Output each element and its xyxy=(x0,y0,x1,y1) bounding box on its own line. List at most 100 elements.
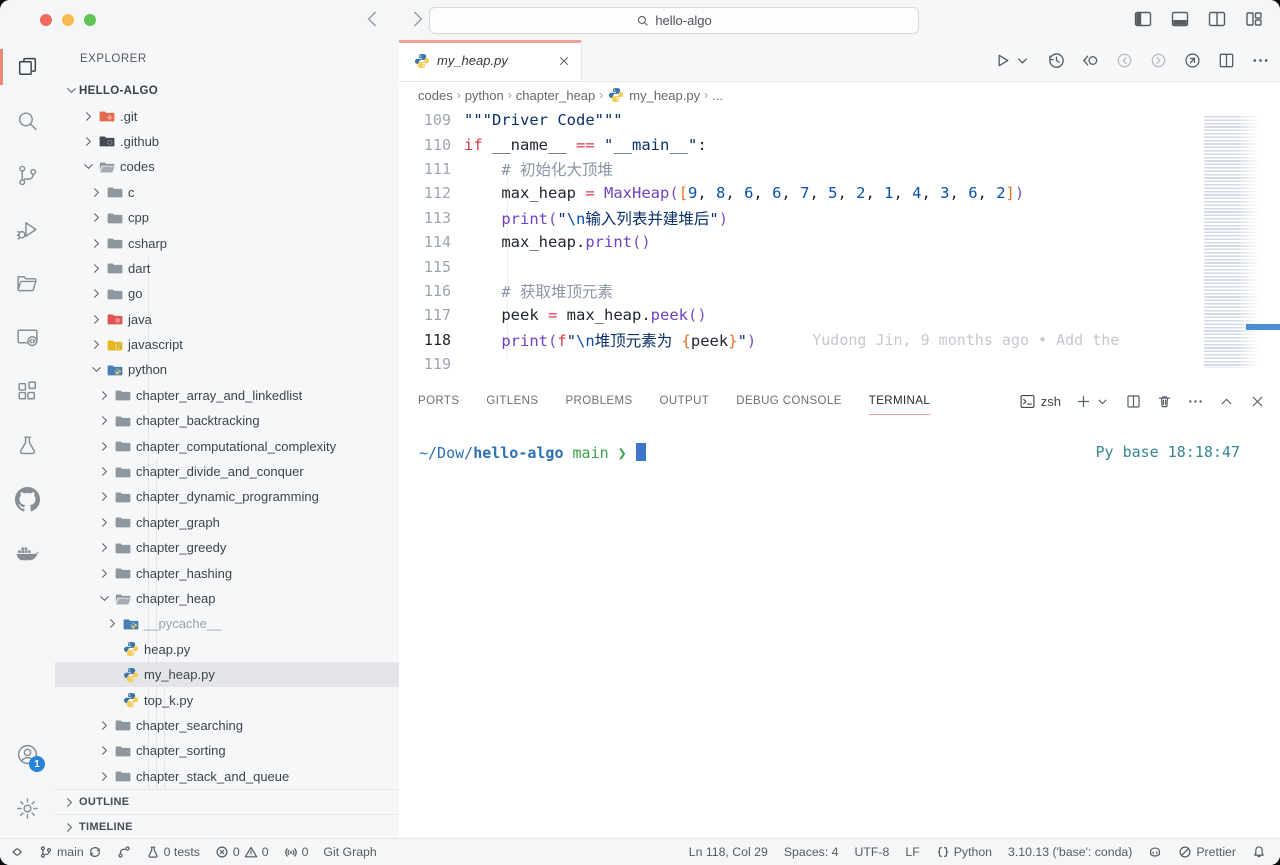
tree-item-chapter-heap[interactable]: chapter_heap xyxy=(55,586,399,611)
statusbar-notifications[interactable] xyxy=(1252,845,1266,859)
activity-extensions[interactable] xyxy=(0,364,55,418)
tree-item-chapter-array-and-linkedlist[interactable]: chapter_array_and_linkedlist xyxy=(55,383,399,408)
breadcrumb-item[interactable]: python xyxy=(465,88,504,103)
tree-item-chapter-sorting[interactable]: chapter_sorting xyxy=(55,738,399,763)
toggle-sidebar-icon[interactable] xyxy=(1133,9,1153,29)
terminal[interactable]: ~/Dow/hello-algo main ❯ Py base 18:18:47 xyxy=(399,421,1280,462)
tree-item-java[interactable]: java xyxy=(55,307,399,332)
tree-item-python[interactable]: python xyxy=(55,357,399,382)
activity-search[interactable] xyxy=(0,94,55,148)
tree-item--github[interactable]: .github xyxy=(55,129,399,154)
navigate-back-icon[interactable] xyxy=(362,8,384,30)
breadcrumb-item[interactable]: chapter_heap xyxy=(516,88,596,103)
tree-item-go[interactable]: go xyxy=(55,281,399,306)
tree-item-chapter-computational-complexity[interactable]: chapter_computational_complexity xyxy=(55,433,399,458)
panel-tab-gitlens[interactable]: GITLENS xyxy=(486,381,538,421)
activity-docker[interactable] xyxy=(0,526,55,580)
split-terminal-button[interactable] xyxy=(1125,393,1142,410)
command-center-search[interactable]: hello-algo xyxy=(429,7,919,34)
tree-item-chapter-backtracking[interactable]: chapter_backtracking xyxy=(55,408,399,433)
open-revision-button[interactable] xyxy=(1183,51,1202,70)
split-editor-icon[interactable] xyxy=(1207,9,1227,29)
statusbar-python-interpreter[interactable]: 3.10.13 ('base': conda) xyxy=(1008,845,1132,859)
tree-item-chapter-divide-and-conquer[interactable]: chapter_divide_and_conquer xyxy=(55,459,399,484)
launch-profile-zsh[interactable]: zsh xyxy=(1019,393,1061,410)
tree-item-hello-algo[interactable]: HELLO-ALGO xyxy=(55,78,399,103)
activity-settings[interactable] xyxy=(0,781,55,835)
maximize-panel-button[interactable] xyxy=(1218,393,1235,410)
file-history-button[interactable] xyxy=(1047,51,1066,70)
activity-testing[interactable] xyxy=(0,418,55,472)
navigate-forward-icon[interactable] xyxy=(406,8,428,30)
close-window-button[interactable] xyxy=(40,14,52,26)
activity-explorer[interactable] xyxy=(0,40,55,94)
timeline-section[interactable]: TIMELINE xyxy=(55,814,399,839)
statusbar-copilot[interactable] xyxy=(1148,845,1162,859)
tab-my-heap[interactable]: my_heap.py xyxy=(399,40,582,81)
statusbar-branch[interactable]: main xyxy=(39,845,102,859)
minimize-window-button[interactable] xyxy=(62,14,74,26)
close-panel-button[interactable] xyxy=(1249,393,1266,410)
code-editor[interactable]: 109"""Driver Code"""110if __name__ == "_… xyxy=(399,108,1280,381)
minimap[interactable] xyxy=(1196,112,1280,377)
statusbar-gitlens[interactable] xyxy=(117,845,131,859)
customize-layout-icon[interactable] xyxy=(1244,9,1264,29)
zoom-window-button[interactable] xyxy=(84,14,96,26)
statusbar-git-graph[interactable]: Git Graph xyxy=(323,845,376,859)
statusbar-encoding[interactable]: UTF-8 xyxy=(855,845,890,859)
tree-item--git[interactable]: .git xyxy=(55,103,399,128)
tree-item-chapter-hashing[interactable]: chapter_hashing xyxy=(55,560,399,585)
statusbar-problems[interactable]: 00 xyxy=(215,845,269,859)
previous-change-button[interactable] xyxy=(1115,51,1134,70)
panel-tab-terminal[interactable]: TERMINAL xyxy=(869,381,930,421)
panel-tab-output[interactable]: OUTPUT xyxy=(660,381,710,421)
open-changes-button[interactable] xyxy=(1081,51,1100,70)
breadcrumb-item[interactable]: codes xyxy=(418,88,453,103)
tree-item-chapter-searching[interactable]: chapter_searching xyxy=(55,713,399,738)
next-change-button[interactable] xyxy=(1149,51,1168,70)
activity-github[interactable] xyxy=(0,472,55,526)
new-terminal-button[interactable] xyxy=(1075,393,1111,410)
kill-terminal-button[interactable] xyxy=(1156,393,1173,410)
statusbar-eol[interactable]: LF xyxy=(905,845,919,859)
breadcrumb-item[interactable]: my_heap.py xyxy=(607,87,700,104)
panel-tab-debug-console[interactable]: DEBUG CONSOLE xyxy=(736,381,842,421)
tree-item-c[interactable]: c xyxy=(55,180,399,205)
statusbar-prettier[interactable]: Prettier xyxy=(1178,845,1236,859)
panel-tab-ports[interactable]: PORTS xyxy=(418,381,459,421)
tree-item-chapter-dynamic-programming[interactable]: chapter_dynamic_programming xyxy=(55,484,399,509)
split-editor-button[interactable] xyxy=(1217,51,1236,70)
statusbar-language-mode[interactable]: Python xyxy=(936,845,992,859)
statusbar-cursor-position[interactable]: Ln 118, Col 29 xyxy=(689,845,768,859)
panel-tab-problems[interactable]: PROBLEMS xyxy=(565,381,632,421)
tree-item--pycache-[interactable]: __pycache__ xyxy=(55,611,399,636)
activity-folder[interactable] xyxy=(0,256,55,310)
svg-text:JS: JS xyxy=(116,344,121,349)
terminal-more-actions-button[interactable] xyxy=(1187,393,1204,410)
tree-item-heap-py[interactable]: heap.py xyxy=(55,637,399,662)
tree-item-csharp[interactable]: csharp xyxy=(55,230,399,255)
close-tab-icon[interactable] xyxy=(557,54,571,68)
activity-accounts[interactable]: 1 xyxy=(0,727,55,781)
tree-item-javascript[interactable]: JSjavascript xyxy=(55,332,399,357)
tree-item-top-k-py[interactable]: top_k.py xyxy=(55,687,399,712)
tree-item-my-heap-py[interactable]: my_heap.py xyxy=(55,662,399,687)
tree-item-chapter-greedy[interactable]: chapter_greedy xyxy=(55,535,399,560)
tree-item-dart[interactable]: dart xyxy=(55,256,399,281)
statusbar-indentation[interactable]: Spaces: 4 xyxy=(784,845,839,859)
outline-section[interactable]: OUTLINE xyxy=(55,789,399,814)
breadcrumb-item[interactable]: ... xyxy=(712,88,723,103)
toggle-panel-icon[interactable] xyxy=(1170,9,1190,29)
statusbar-tests[interactable]: 0 tests xyxy=(146,845,200,859)
tree-item-chapter-graph[interactable]: chapter_graph xyxy=(55,510,399,535)
tree-item-cpp[interactable]: cpp xyxy=(55,205,399,230)
statusbar-remote[interactable] xyxy=(10,845,24,859)
more-actions-button[interactable] xyxy=(1251,51,1270,70)
activity-source-control[interactable] xyxy=(0,148,55,202)
run-python-file-button[interactable] xyxy=(993,51,1032,70)
tree-item-codes[interactable]: codes xyxy=(55,154,399,179)
tree-item-chapter-stack-and-queue[interactable]: chapter_stack_and_queue xyxy=(55,764,399,789)
statusbar-feedback[interactable]: 0 xyxy=(284,845,309,859)
activity-run-debug[interactable] xyxy=(0,202,55,256)
activity-remote-explorer[interactable] xyxy=(0,310,55,364)
